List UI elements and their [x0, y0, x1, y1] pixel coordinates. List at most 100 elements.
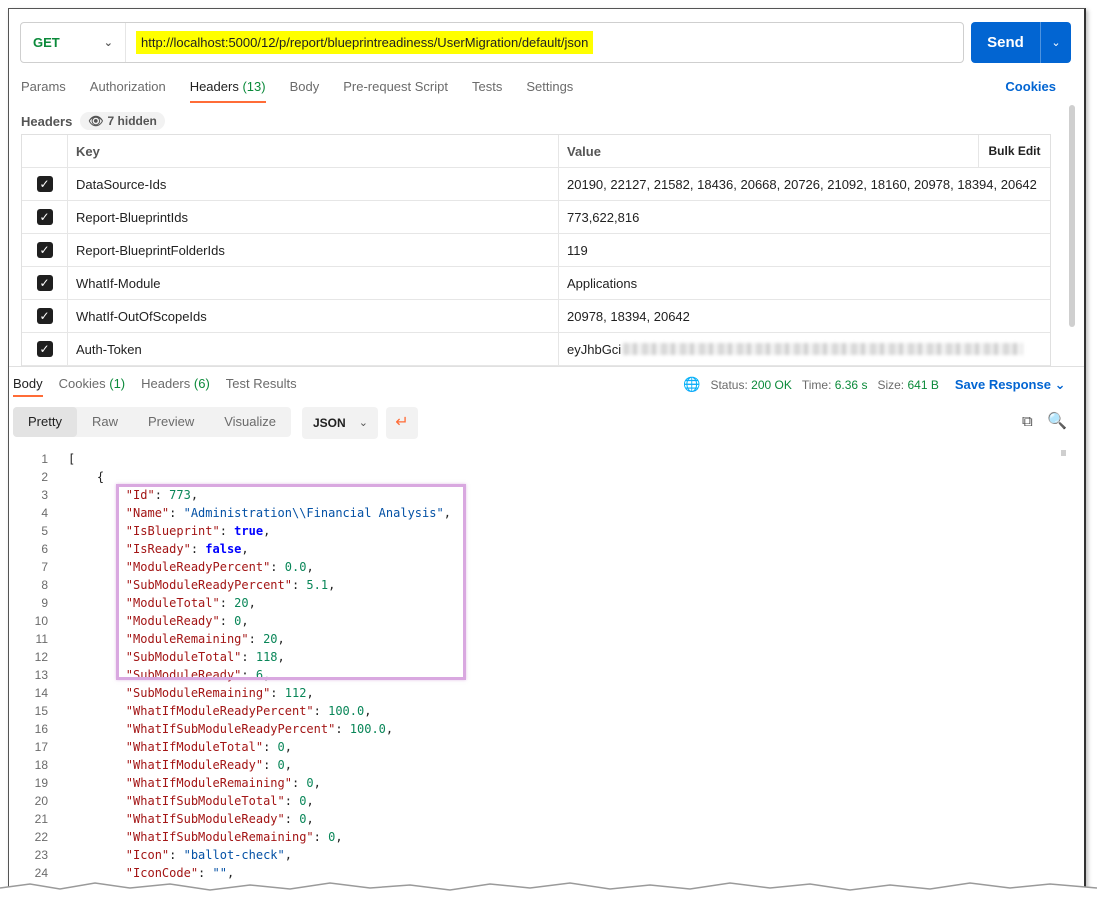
- headers-subheader: Headers 👁 7 hidden: [21, 112, 165, 130]
- url-input[interactable]: http://localhost:5000/12/p/report/bluepr…: [126, 23, 594, 62]
- tab-response-headers[interactable]: Headers (6): [141, 376, 210, 397]
- code-line: 22 "WhatIfSubModuleRemaining": 0,: [9, 828, 1059, 846]
- header-value[interactable]: Applications: [559, 267, 1050, 299]
- tab-test-results[interactable]: Test Results: [226, 376, 297, 397]
- json-key: "WhatIfModuleReadyPercent": [125, 704, 314, 718]
- tab-params[interactable]: Params: [21, 79, 66, 103]
- chevron-down-icon: ⌄: [103, 37, 113, 49]
- view-pretty[interactable]: Pretty: [13, 407, 77, 437]
- line-number: 2: [41, 470, 48, 484]
- chevron-down-icon: ⌄: [358, 417, 368, 429]
- header-key[interactable]: WhatIf-Module: [68, 267, 559, 299]
- column-key: Key: [68, 135, 559, 167]
- response-size[interactable]: Size: 641 B: [877, 378, 938, 392]
- row-checkbox[interactable]: ✓: [36, 176, 53, 192]
- tab-tests[interactable]: Tests: [472, 79, 502, 103]
- table-row: ✓ Auth-Token eyJhbGci: [22, 333, 1050, 366]
- request-tabs: Params Authorization Headers (13) Body P…: [21, 79, 573, 103]
- view-visualize[interactable]: Visualize: [209, 407, 291, 437]
- header-key[interactable]: Report-BlueprintIds: [68, 201, 559, 233]
- highlight-annotation-box: [116, 484, 466, 680]
- header-value[interactable]: 773,622,816: [559, 201, 1050, 233]
- code-line: 18 "WhatIfModuleReady": 0,: [9, 756, 1059, 774]
- header-value[interactable]: 20978, 18394, 20642: [559, 300, 1050, 332]
- json-value: 100.0: [328, 704, 365, 718]
- json-value: 0: [277, 758, 285, 772]
- line-number: 4: [41, 506, 48, 520]
- row-checkbox[interactable]: ✓: [36, 242, 53, 258]
- tab-headers[interactable]: Headers (13): [189, 79, 266, 103]
- json-value: 100.0: [349, 722, 386, 736]
- send-button[interactable]: Send ⌄: [971, 22, 1071, 63]
- row-checkbox[interactable]: ✓: [36, 308, 53, 324]
- line-number: 9: [41, 596, 48, 610]
- code-line: 15 "WhatIfModuleReadyPercent": 100.0,: [9, 702, 1059, 720]
- code-text: "WhatIfModuleTotal": 0,: [125, 740, 292, 754]
- code-line: 14 "SubModuleRemaining": 112,: [9, 684, 1059, 702]
- headers-scrollbar[interactable]: [1069, 105, 1075, 327]
- copy-icon[interactable]: ⧉: [1022, 413, 1033, 430]
- code-text: "WhatIfModuleReady": 0,: [125, 758, 292, 772]
- headers-title: Headers: [21, 113, 73, 129]
- response-time[interactable]: Time: 6.36 s: [802, 378, 868, 392]
- globe-icon[interactable]: 🌐: [683, 376, 700, 393]
- header-key[interactable]: Report-BlueprintFolderIds: [68, 234, 559, 266]
- header-key[interactable]: WhatIf-OutOfScopeIds: [68, 300, 559, 332]
- response-scrollbar[interactable]: [1059, 450, 1067, 904]
- save-response-button[interactable]: Save Response ⌄: [955, 377, 1066, 393]
- view-raw[interactable]: Raw: [77, 407, 133, 437]
- tab-pre-request-script[interactable]: Pre-request Script: [343, 79, 448, 103]
- line-number: 14: [34, 686, 48, 700]
- row-checkbox[interactable]: ✓: [36, 275, 53, 291]
- line-number: 22: [34, 830, 48, 844]
- json-key: "SubModuleRemaining": [125, 686, 271, 700]
- line-number: 17: [34, 740, 48, 754]
- bulk-edit-button[interactable]: Bulk Edit: [978, 135, 1050, 167]
- line-number: 13: [34, 668, 48, 682]
- code-text: "WhatIfSubModuleReadyPercent": 100.0,: [125, 722, 394, 736]
- line-number: 12: [34, 650, 48, 664]
- torn-edge: [0, 882, 1097, 914]
- code-text: "WhatIfModuleReadyPercent": 100.0,: [125, 704, 372, 718]
- search-icon[interactable]: 🔍: [1047, 411, 1067, 431]
- view-preview[interactable]: Preview: [133, 407, 209, 437]
- tab-settings[interactable]: Settings: [526, 79, 573, 103]
- code-text: {: [96, 470, 105, 484]
- postman-window: GET ⌄ http://localhost:5000/12/p/report/…: [8, 8, 1086, 904]
- json-key: "WhatIfSubModuleTotal": [125, 794, 285, 808]
- tab-response-cookies[interactable]: Cookies (1): [59, 376, 125, 397]
- line-number: 8: [41, 578, 48, 592]
- cookies-link[interactable]: Cookies: [1005, 79, 1056, 94]
- line-number: 6: [41, 542, 48, 556]
- redacted-token: [623, 343, 1024, 355]
- tab-authorization[interactable]: Authorization: [90, 79, 166, 103]
- json-key: "Icon": [125, 848, 170, 862]
- table-row: ✓ WhatIf-OutOfScopeIds 20978, 18394, 206…: [22, 300, 1050, 333]
- send-label: Send: [971, 22, 1041, 63]
- format-select[interactable]: JSON ⌄: [302, 407, 378, 439]
- line-number: 19: [34, 776, 48, 790]
- tab-response-body[interactable]: Body: [13, 376, 43, 397]
- tab-body[interactable]: Body: [290, 79, 320, 103]
- status-code[interactable]: Status: 200 OK: [710, 378, 791, 392]
- json-value: 112: [284, 686, 307, 700]
- chevron-down-icon[interactable]: ⌄: [1041, 36, 1071, 49]
- header-value[interactable]: 119: [559, 234, 1050, 266]
- header-value[interactable]: eyJhbGci: [559, 333, 1050, 365]
- wrap-lines-icon[interactable]: ↵: [386, 407, 418, 439]
- header-value[interactable]: 20190, 22127, 21582, 18436, 20668, 20726…: [559, 168, 1050, 200]
- header-key[interactable]: Auth-Token: [68, 333, 559, 365]
- line-number: 7: [41, 560, 48, 574]
- row-checkbox[interactable]: ✓: [36, 209, 53, 225]
- url-text: http://localhost:5000/12/p/report/bluepr…: [136, 31, 594, 54]
- method-select[interactable]: GET ⌄: [21, 23, 126, 62]
- json-key: "WhatIfModuleTotal": [125, 740, 264, 754]
- code-line: 20 "WhatIfSubModuleTotal": 0,: [9, 792, 1059, 810]
- header-key[interactable]: DataSource-Ids: [68, 168, 559, 200]
- hidden-headers-toggle[interactable]: 👁 7 hidden: [80, 112, 165, 130]
- line-number: 11: [35, 632, 48, 646]
- json-key: "WhatIfModuleReady": [125, 758, 264, 772]
- json-value: 0: [306, 776, 314, 790]
- row-checkbox[interactable]: ✓: [36, 341, 53, 357]
- eye-icon: 👁: [88, 114, 104, 128]
